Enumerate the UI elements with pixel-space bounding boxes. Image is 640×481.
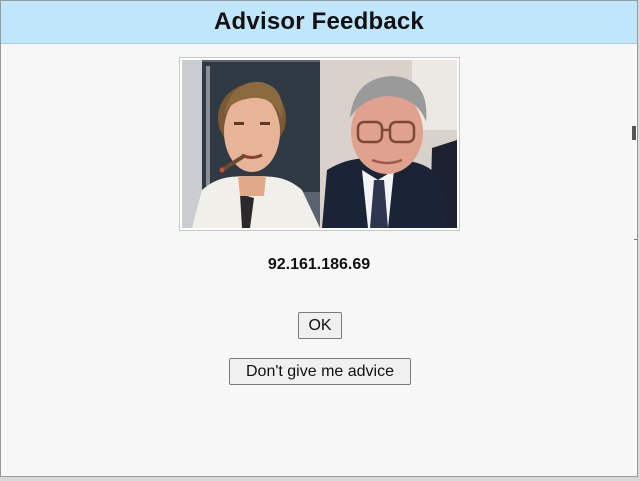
edge-divider [634, 239, 637, 240]
advisor-feedback-dialog: Advisor Feedback 92.161.186.69 OK Don't … [0, 0, 638, 477]
advisors-photo [179, 57, 460, 231]
dont-give-advice-button[interactable]: Don't give me advice [229, 358, 411, 385]
ok-button[interactable]: OK [298, 312, 342, 339]
scrollbar-marker [632, 126, 636, 140]
dialog-title: Advisor Feedback [214, 8, 424, 35]
title-bar: Advisor Feedback [1, 1, 637, 44]
ip-address: 92.161.186.69 [267, 256, 371, 273]
